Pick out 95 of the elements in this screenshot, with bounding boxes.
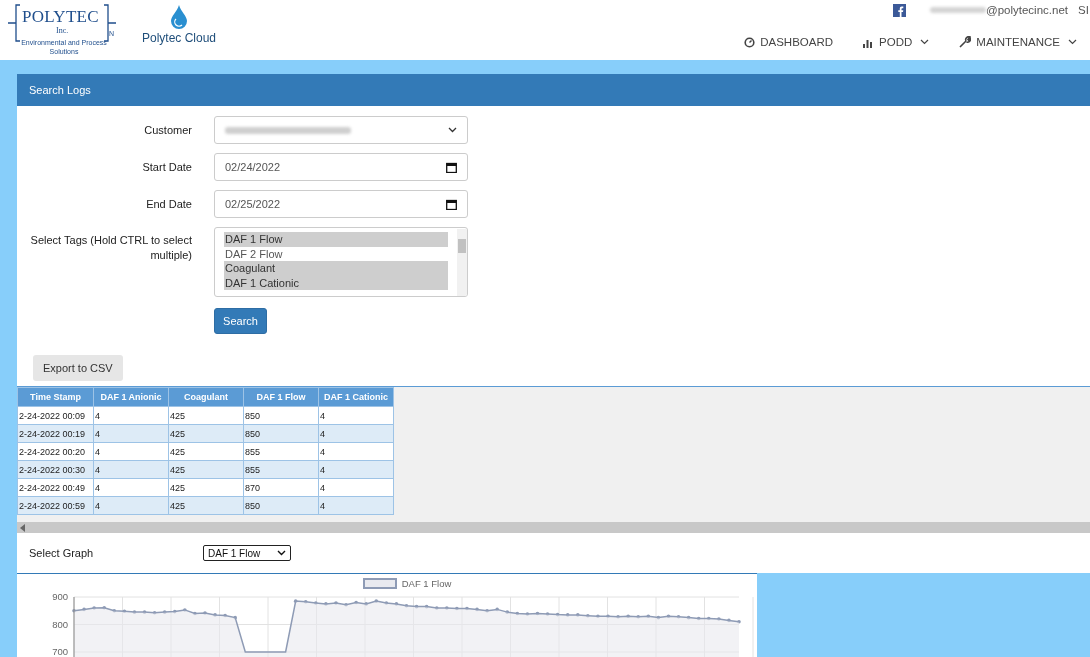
data-point	[152, 610, 157, 615]
data-point	[203, 611, 207, 615]
date-field[interactable]: 02/24/2022	[214, 153, 468, 181]
brand-name: Polytec Cloud	[142, 31, 217, 45]
data-point	[303, 599, 308, 604]
field-label: End Date	[145, 197, 193, 212]
gauge-icon	[744, 36, 756, 48]
data-point	[596, 614, 600, 619]
data-point	[122, 609, 127, 614]
data-point	[686, 615, 691, 620]
data-point	[434, 606, 439, 610]
data-point	[374, 599, 379, 603]
legend-label: DAF 1 Flow	[401, 577, 452, 589]
axis-tick-label: 800	[52, 618, 68, 630]
wrench-icon	[959, 36, 972, 48]
data-point	[112, 608, 117, 613]
scroll-left-icon[interactable]	[20, 523, 26, 532]
data-point	[656, 615, 661, 620]
axis-tick-label: 900	[52, 591, 68, 602]
data-point	[636, 615, 641, 619]
data-point	[193, 611, 197, 616]
calendar-icon[interactable]	[446, 198, 457, 210]
graph-select[interactable]: DAF 1 Flow	[203, 545, 291, 561]
data-point	[162, 610, 167, 614]
data-point	[475, 607, 479, 612]
field-label: Customer	[143, 123, 193, 138]
list-option[interactable]: DAF 1 Flow	[224, 232, 448, 247]
blurred-text	[930, 7, 986, 13]
data-point	[142, 610, 147, 614]
calendar-icon[interactable]	[446, 161, 457, 173]
nav-item[interactable]: DASHBOARD	[744, 36, 834, 48]
data-point	[364, 602, 368, 606]
date-field[interactable]: 02/25/2022	[214, 190, 468, 218]
data-point	[676, 615, 681, 619]
data-point	[545, 612, 550, 616]
search-button[interactable]: Search	[214, 308, 267, 334]
data-point	[535, 611, 540, 616]
data-point	[445, 606, 449, 610]
data-point	[233, 615, 237, 620]
data-point	[706, 616, 711, 621]
field-label: Select Graph	[29, 547, 95, 559]
data-point	[213, 613, 217, 617]
chevron-down-icon	[920, 39, 930, 45]
data-point	[324, 602, 328, 606]
data-point	[172, 609, 177, 614]
scrollbar[interactable]	[457, 229, 467, 296]
list-option[interactable]: Coagulant	[224, 261, 448, 276]
data-point	[515, 611, 520, 616]
data-point	[727, 618, 731, 623]
data-point	[314, 601, 318, 605]
data-point	[576, 613, 580, 617]
data-point	[132, 610, 137, 614]
list-option[interactable]: DAF 2 Flow	[224, 246, 448, 261]
data-point	[666, 614, 671, 619]
user-email: @polytecinc.net	[986, 4, 1068, 16]
data-point	[394, 602, 399, 606]
data-point	[424, 604, 429, 609]
field-label: Select Tags (Hold CTRL to select multiple)	[29, 233, 193, 263]
data-point	[82, 607, 86, 612]
data-point	[183, 608, 187, 612]
sign-out-link[interactable]: SI	[1078, 4, 1090, 16]
data-point	[404, 604, 409, 608]
data-point	[414, 604, 419, 609]
data-point	[565, 613, 570, 617]
scrollbar[interactable]	[17, 522, 1090, 533]
data-point	[102, 605, 107, 610]
data-point	[384, 601, 389, 605]
chevron-down-icon	[277, 550, 286, 556]
nav-item[interactable]: MAINTENANCE	[959, 36, 1077, 48]
logo-subtitle: Inc.	[56, 26, 69, 35]
data-point	[717, 617, 721, 621]
export-button[interactable]: Export to CSV	[33, 355, 123, 381]
data-point	[696, 616, 701, 621]
data-point	[646, 614, 651, 619]
panel-header: Search Logs	[17, 74, 1090, 106]
chevron-down-icon	[1068, 39, 1077, 45]
data-point	[293, 599, 298, 603]
data-point	[737, 619, 741, 624]
facebook-icon[interactable]	[893, 3, 906, 17]
data-point	[334, 601, 338, 605]
field-label: Start Date	[141, 160, 193, 175]
data-point	[525, 612, 530, 616]
chevron-down-icon	[448, 127, 457, 133]
data-point	[495, 607, 499, 612]
data-point	[555, 612, 560, 617]
logo-name: POLYTEC	[22, 7, 99, 27]
data-point	[223, 613, 227, 618]
legend-swatch	[362, 577, 397, 589]
axis-tick-label: 700	[52, 646, 68, 657]
water-drop-icon	[171, 5, 187, 29]
data-point	[72, 608, 76, 613]
data-point	[616, 615, 620, 619]
nav-item[interactable]: PODD	[863, 36, 930, 48]
data-point	[92, 606, 96, 610]
data-point	[505, 610, 510, 614]
